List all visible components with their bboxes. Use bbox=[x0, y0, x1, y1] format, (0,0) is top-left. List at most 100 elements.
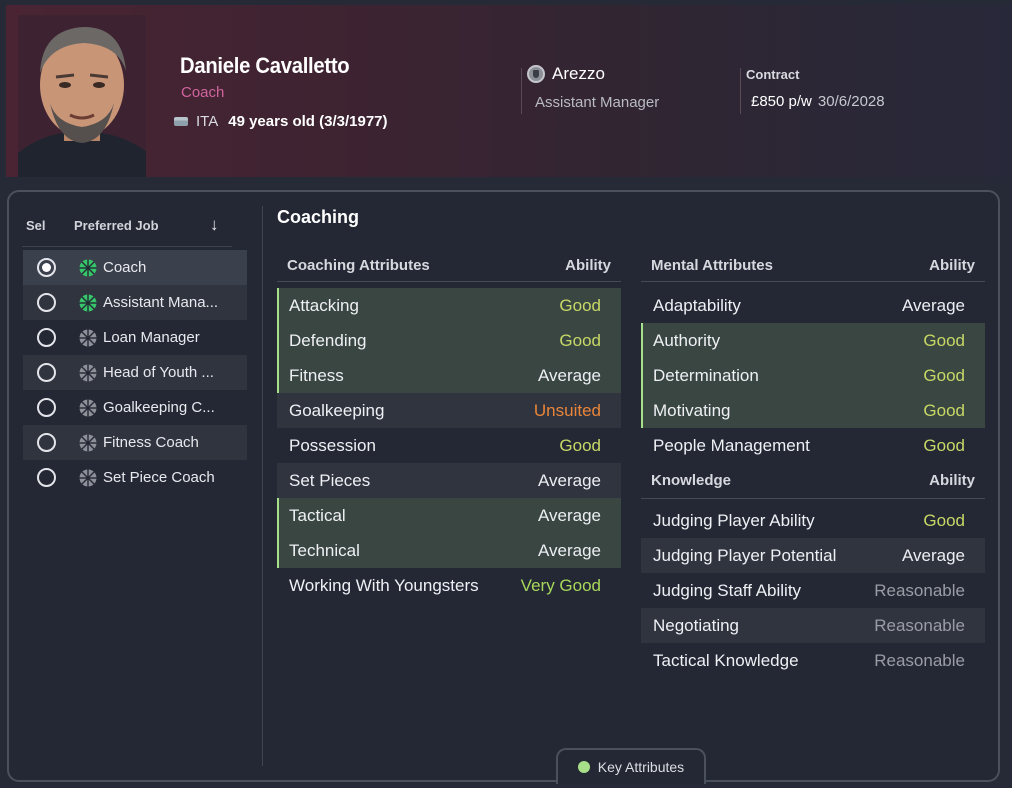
coaching-attributes-header: Coaching Attributes Ability bbox=[277, 250, 621, 282]
knowledge-ability-heading[interactable]: Ability bbox=[929, 472, 975, 489]
attribute-row[interactable]: Technical Average bbox=[277, 533, 621, 568]
staff-role-icon bbox=[79, 329, 97, 346]
attribute-row[interactable]: Working With Youngsters Very Good bbox=[277, 568, 621, 603]
contract-expiry: 30/6/2028 bbox=[817, 93, 885, 110]
staff-role-icon bbox=[79, 434, 97, 451]
attribute-ability: Reasonable bbox=[874, 615, 965, 635]
job-label: Assistant Mana... bbox=[103, 294, 219, 311]
attribute-name: Goalkeeping bbox=[289, 400, 385, 420]
staff-role-icon bbox=[79, 364, 97, 381]
attribute-ability: Average bbox=[537, 540, 601, 560]
mental-attributes-heading[interactable]: Mental Attributes bbox=[651, 257, 773, 274]
club-role: Assistant Manager bbox=[535, 94, 660, 111]
attribute-row[interactable]: Authority Good bbox=[641, 323, 985, 358]
attribute-name: Technical bbox=[289, 540, 360, 560]
job-radio-button[interactable] bbox=[37, 363, 56, 382]
attribute-ability: Average bbox=[901, 295, 965, 315]
job-label: Coach bbox=[103, 259, 147, 276]
mental-ability-heading[interactable]: Ability bbox=[929, 257, 975, 274]
attribute-ability: Reasonable bbox=[874, 650, 965, 670]
attribute-ability: Average bbox=[537, 365, 601, 385]
job-label: Loan Manager bbox=[103, 329, 200, 346]
staff-role: Coach bbox=[181, 84, 225, 101]
attribute-row[interactable]: Possession Good bbox=[277, 428, 621, 463]
attribute-ability: Good bbox=[923, 435, 965, 455]
knowledge-heading[interactable]: Knowledge bbox=[651, 472, 731, 489]
coaching-attributes-heading[interactable]: Coaching Attributes bbox=[287, 257, 430, 274]
staff-name: Daniele Cavalletto bbox=[180, 53, 350, 78]
section-title: Coaching bbox=[277, 207, 360, 227]
staff-role-icon bbox=[79, 294, 97, 311]
attribute-ability: Unsuited bbox=[533, 400, 601, 420]
job-row[interactable]: Head of Youth ... bbox=[23, 355, 247, 390]
job-row[interactable]: Coach bbox=[23, 250, 247, 285]
attribute-name: People Management bbox=[653, 435, 810, 455]
mental-attributes-table: Mental Attributes Ability Adaptability Av… bbox=[641, 250, 985, 678]
job-row[interactable]: Fitness Coach bbox=[23, 425, 247, 460]
contract-details: £850 p/w 30/6/2028 bbox=[751, 93, 885, 110]
attribute-ability: Good bbox=[923, 400, 965, 420]
mental-attributes-header: Mental Attributes Ability bbox=[641, 250, 985, 282]
wage: £850 p/w bbox=[751, 93, 812, 110]
key-attribute-dot-icon bbox=[577, 761, 590, 773]
key-attributes-legend[interactable]: Key Attributes bbox=[556, 748, 706, 784]
club-name: Arezzo bbox=[552, 64, 605, 83]
job-radio-button[interactable] bbox=[37, 328, 56, 347]
job-label: Fitness Coach bbox=[103, 434, 199, 451]
key-attributes-label: Key Attributes bbox=[597, 759, 685, 775]
sort-down-arrow-icon[interactable]: ↓ bbox=[210, 215, 219, 235]
job-label: Head of Youth ... bbox=[103, 364, 214, 381]
attribute-row[interactable]: Judging Player Ability Good bbox=[641, 503, 985, 538]
attribute-row[interactable]: Attacking Good bbox=[277, 288, 621, 323]
job-row[interactable]: Goalkeeping C... bbox=[23, 390, 247, 425]
job-row[interactable]: Assistant Mana... bbox=[23, 285, 247, 320]
attribute-row[interactable]: Defending Good bbox=[277, 323, 621, 358]
attribute-name: Motivating bbox=[653, 400, 731, 420]
staff-role-icon bbox=[79, 399, 97, 416]
job-list: Coach Assistant Mana... Loan Manager Head o… bbox=[23, 250, 247, 495]
attribute-row[interactable]: Motivating Good bbox=[641, 393, 985, 428]
job-radio-button[interactable] bbox=[37, 433, 56, 452]
sel-column-header[interactable]: Sel bbox=[26, 218, 46, 233]
attribute-ability: Very Good bbox=[520, 575, 601, 595]
job-row[interactable]: Set Piece Coach bbox=[23, 460, 247, 495]
nationality-age-row: ITA 49 years old (3/3/1977) bbox=[174, 113, 388, 130]
attribute-ability: Average bbox=[537, 505, 601, 525]
job-radio-button[interactable] bbox=[37, 468, 56, 487]
attribute-ability: Good bbox=[923, 510, 965, 530]
age-dob: 49 years old (3/3/1977) bbox=[228, 113, 388, 130]
attribute-name: Working With Youngsters bbox=[289, 575, 479, 595]
job-radio-button[interactable] bbox=[37, 398, 56, 417]
attribute-row[interactable]: Determination Good bbox=[641, 358, 985, 393]
attribute-row[interactable]: Fitness Average bbox=[277, 358, 621, 393]
attribute-row[interactable]: Set Pieces Average bbox=[277, 463, 621, 498]
attribute-row[interactable]: Adaptability Average bbox=[641, 288, 985, 323]
job-label: Set Piece Coach bbox=[103, 469, 215, 486]
attribute-row[interactable]: Tactical Knowledge Reasonable bbox=[641, 643, 985, 678]
staff-role-icon bbox=[79, 259, 97, 276]
attribute-row[interactable]: People Management Good bbox=[641, 428, 985, 463]
attribute-row[interactable]: Tactical Average bbox=[277, 498, 621, 533]
jobs-table-header: Sel Preferred Job ↓ bbox=[26, 215, 232, 242]
attribute-row[interactable]: Negotiating Reasonable bbox=[641, 608, 985, 643]
attribute-name: Adaptability bbox=[653, 295, 741, 315]
attribute-ability: Good bbox=[923, 365, 965, 385]
preferred-job-column-header[interactable]: Preferred Job bbox=[74, 218, 159, 233]
job-row[interactable]: Loan Manager bbox=[23, 320, 247, 355]
knowledge-header: Knowledge Ability bbox=[641, 463, 985, 499]
club-link[interactable]: Arezzo bbox=[527, 64, 605, 84]
coaching-ability-heading[interactable]: Ability bbox=[565, 257, 611, 274]
nationality-flag-icon bbox=[174, 117, 188, 126]
attribute-name: Possession bbox=[289, 435, 376, 455]
attribute-name: Fitness bbox=[289, 365, 344, 385]
attribute-name: Tactical bbox=[289, 505, 346, 525]
club-badge-icon bbox=[527, 65, 545, 83]
attribute-name: Judging Player Potential bbox=[653, 545, 837, 565]
attribute-row[interactable]: Goalkeeping Unsuited bbox=[277, 393, 621, 428]
job-radio-button[interactable] bbox=[37, 293, 56, 312]
staff-role-icon bbox=[79, 469, 97, 486]
header-divider bbox=[521, 68, 522, 114]
attribute-row[interactable]: Judging Staff Ability Reasonable bbox=[641, 573, 985, 608]
job-radio-button[interactable] bbox=[37, 258, 56, 277]
attribute-row[interactable]: Judging Player Potential Average bbox=[641, 538, 985, 573]
